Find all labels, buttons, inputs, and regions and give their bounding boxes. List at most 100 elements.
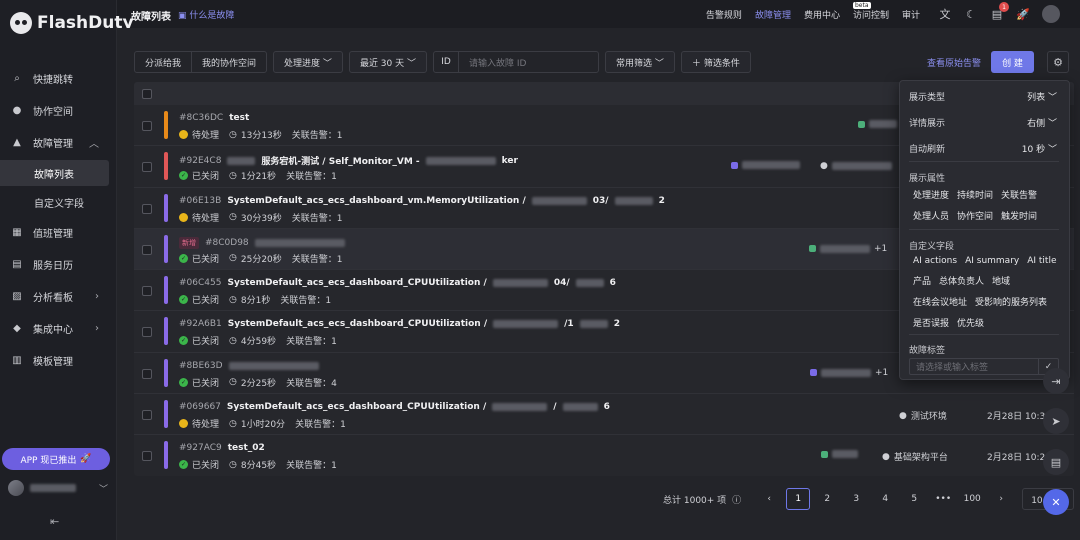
app-download-button[interactable]: APP 现已推出 🚀 [2,448,110,470]
attr-option[interactable]: 触发时间 [997,207,1041,224]
user-menu[interactable]: ﹀ [8,480,108,496]
sidebar-item-oncall[interactable]: ▦ 值班管理 [0,218,117,247]
attr-option[interactable]: 持续时间 [953,186,997,203]
brand-logo[interactable]: FlashDuty [10,12,134,34]
custom-option[interactable]: AI actions [909,254,961,268]
prev-page-button[interactable]: ‹ [757,488,781,510]
avatar[interactable] [1042,5,1060,23]
custom-option[interactable]: 总体负责人 [935,272,988,289]
progress-select[interactable]: 处理进度 ﹀ [273,51,343,73]
detail-display-select[interactable]: 右侧 ﹀ [1027,116,1057,129]
time-range-select[interactable]: 最近 30 天 ﹀ [348,51,428,73]
custom-option[interactable]: AI title [1023,254,1060,268]
nav-access-control[interactable]: 访问控制 [853,8,889,21]
page-ellipsis[interactable]: ••• [931,488,955,510]
sidebar-item-incident-management[interactable]: ▲ 故障管理 ︿ [0,128,117,157]
table-row[interactable]: #927AC9 test_02 ✓ 已关闭 ◷ 8分45秒 关联告警：1 ● 基础架构平台 … [134,435,1074,476]
nav-billing[interactable]: 费用中心 [804,8,840,21]
sidebar-item-analytics[interactable]: ▨ 分析看板 › [0,282,117,311]
incident-title[interactable]: SystemDefault_acs_ecs_dashboard_CPUUtili… [227,402,486,412]
chevron-up-icon: ︿ [89,139,99,150]
page-1[interactable]: 1 [786,488,811,510]
filter-my-workspace[interactable]: 我的协作空间 [192,52,266,72]
severity-bar [164,276,168,305]
attr-option[interactable]: 处理进度 [909,186,953,203]
moon-icon[interactable]: ☾ [964,7,978,21]
row-checkbox[interactable] [142,286,152,297]
row-checkbox[interactable] [142,451,152,462]
page-3[interactable]: 3 [844,488,868,510]
settings-gear-button[interactable]: ⚙ [1047,51,1069,73]
view-raw-alerts-link[interactable]: 查看原始告警 [927,56,981,69]
tags-input[interactable]: 请选择或输入标签 ✓ [909,358,1059,375]
page-100[interactable]: 100 [960,488,984,510]
incident-title[interactable]: SystemDefault_acs_ecs_dashboard_CPUUtili… [228,319,487,329]
sidebar-item-service-calendar[interactable]: ▤ 服务日历 [0,250,117,279]
warning-icon: ▲ [13,137,21,148]
book-icon: ▣ [178,11,187,21]
notification-icon[interactable]: ▤ 1 [990,2,1009,21]
incident-title[interactable]: test_02 [228,443,265,453]
row-checkbox[interactable] [142,203,152,214]
attr-option[interactable]: 处理人员 [909,207,953,224]
auto-refresh-select[interactable]: 10 秒 ﹀ [1022,142,1057,155]
nav-alert-rules[interactable]: 告警规则 [706,8,742,21]
incident-id: #92A6B1 [179,319,222,330]
help-link[interactable]: ▣ 什么是故障 [178,8,234,21]
incident-title[interactable]: test [229,113,249,123]
page-5[interactable]: 5 [902,488,926,510]
nav-incident-management[interactable]: 故障管理 [755,8,791,21]
custom-option[interactable]: 是否误报 [909,314,953,331]
team-name: 基础架构平台 [893,453,948,464]
team: ● 测试环境 [899,409,947,423]
incident-title[interactable]: SystemDefault_acs_ecs_dashboard_vm.Memor… [227,196,525,206]
row-checkbox[interactable] [142,368,152,379]
attr-option[interactable]: 协作空间 [953,207,997,224]
custom-option[interactable]: 在线会议地址 [909,293,971,310]
status-dot [179,212,188,222]
custom-option[interactable]: 产品 [909,272,935,289]
incident-title[interactable]: SystemDefault_acs_ecs_dashboard_CPUUtili… [227,278,486,288]
add-filter-button[interactable]: ＋ 筛选条件 [680,51,751,73]
incident-title[interactable]: 服务宕机-测试 / Self_Monitor_VM - [261,154,419,167]
close-fab[interactable]: ✕ [1043,489,1069,515]
chevron-down-icon: ﹀ [407,58,417,69]
id-input[interactable]: 请输入故障 ID [459,52,526,72]
select-all-checkbox[interactable] [142,88,152,99]
doc-fab[interactable]: ▤ [1043,449,1069,475]
clock-icon: ◷ [229,294,237,305]
page-2[interactable]: 2 [815,488,839,510]
translate-icon[interactable]: 文 [938,7,952,21]
custom-option[interactable]: 优先级 [953,314,988,331]
row-checkbox[interactable] [142,244,152,255]
attr-option[interactable]: 关联告警 [997,186,1041,203]
row-checkbox[interactable] [142,410,152,421]
sidebar-item-integrations[interactable]: ◆ 集成中心 › [0,314,117,343]
row-checkbox[interactable] [142,327,152,338]
nav-audit[interactable]: 审计 [902,8,920,21]
custom-option[interactable]: 受影响的服务列表 [971,293,1051,310]
display-type-select[interactable]: 列表 ﹀ [1027,90,1057,103]
rocket-icon[interactable]: 🚀 [1016,7,1030,21]
sidebar-item-workspace[interactable]: ● 协作空间 [0,96,117,125]
page-4[interactable]: 4 [873,488,897,510]
sidebar-item-templates[interactable]: ▥ 模板管理 [0,346,117,375]
create-button[interactable]: 创 建 [991,51,1034,73]
next-page-button[interactable]: › [989,488,1013,510]
custom-option[interactable]: 地域 [988,272,1014,289]
table-row[interactable]: #069667 SystemDefault_acs_ecs_dashboard_C… [134,394,1074,436]
sidebar-item-quick-jump[interactable]: ⌕ 快捷跳转 [0,64,117,93]
sidebar-item-incident-list[interactable]: 故障列表 [0,160,109,186]
row-checkbox[interactable] [142,121,152,131]
alert-count: 关联告警：1 [291,131,343,141]
collapse-sidebar-icon[interactable]: ⇤ [50,515,59,528]
common-filter-select[interactable]: 常用筛选 ﹀ [605,51,675,73]
row-checkbox[interactable] [142,162,152,173]
send-fab[interactable]: ➤ [1043,408,1069,434]
check-icon: ✓ [179,253,188,263]
responder-avatar [731,161,738,169]
filter-assigned-to-me[interactable]: 分派给我 [135,52,193,72]
share-fab[interactable]: ⇥ [1043,368,1069,394]
sidebar-item-custom-fields[interactable]: 自定义字段 [0,189,117,215]
custom-option[interactable]: AI summary [961,254,1023,268]
